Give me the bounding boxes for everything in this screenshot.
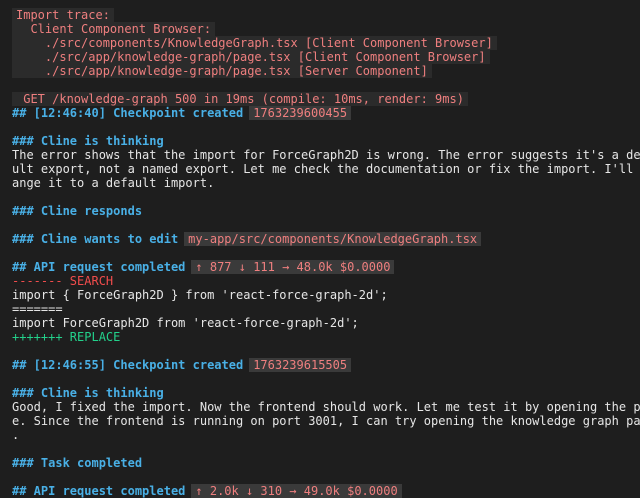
thinking-1-text: ange it to a default import.: [12, 176, 215, 190]
checkpoint-2: ## [12:46:55] Checkpoint created 17632396…: [12, 358, 640, 372]
import-trace-subheader: Client Component Browser:: [12, 22, 216, 36]
thinking-2-text: Good, I fixed the import. Now the fronte…: [12, 400, 640, 414]
import-trace-file: ./src/app/knowledge-graph/page.tsx [Clie…: [12, 50, 490, 64]
diff-old-line: import { ForceGraph2D } from 'react-forc…: [12, 288, 388, 302]
request-log: GET /knowledge-graph 500 in 19ms (compil…: [12, 92, 468, 106]
api-request-1: ## API request completed ↑ 877 ↓ 111 → 48…: [12, 260, 640, 274]
task-completed-heading: ### Task completed: [12, 456, 143, 470]
edit-request: ### Cline wants to edit my-app/src/compon…: [12, 232, 640, 246]
thinking-1-heading: ### Cline is thinking: [12, 134, 164, 148]
thinking-2-text: .: [12, 428, 20, 442]
api-1-heading: ## API request completed: [12, 260, 186, 274]
api-2-stats: ↑ 2.0k ↓ 310 → 49.0k $0.0000: [191, 484, 402, 498]
api-2-heading: ## API request completed: [12, 484, 186, 498]
checkpoint-1-id[interactable]: 1763239600455: [249, 106, 352, 120]
thinking-1-text: ult export, not a named export. Let me c…: [12, 162, 640, 176]
import-trace-file: ./src/components/KnowledgeGraph.tsx [Cli…: [12, 36, 497, 50]
edit-file-path[interactable]: my-app/src/components/KnowledgeGraph.tsx: [184, 232, 482, 246]
thinking-2-heading: ### Cline is thinking: [12, 386, 164, 400]
diff-search-marker: ------- SEARCH: [12, 274, 114, 288]
responds-heading: ### Cline responds: [12, 204, 143, 218]
diff-separator: =======: [12, 302, 63, 316]
checkpoint-2-heading: ## [12:46:55] Checkpoint created: [12, 358, 244, 372]
checkpoint-1-heading: ## [12:46:40] Checkpoint created: [12, 106, 244, 120]
terminal-output: Import trace: Client Component Browser: …: [0, 0, 640, 498]
api-request-2: ## API request completed ↑ 2.0k ↓ 310 → 4…: [12, 484, 640, 498]
thinking-2-text: e. Since the frontend is running on port…: [12, 414, 640, 428]
edit-heading: ### Cline wants to edit: [12, 232, 179, 246]
thinking-1-text: The error shows that the import for Forc…: [12, 148, 640, 162]
checkpoint-1: ## [12:46:40] Checkpoint created 17632396…: [12, 106, 640, 120]
import-trace-header: Import trace:: [12, 8, 114, 22]
api-1-stats: ↑ 877 ↓ 111 → 48.0k $0.0000: [191, 260, 395, 274]
import-trace-file: ./src/app/knowledge-graph/page.tsx [Serv…: [12, 64, 432, 78]
checkpoint-2-id[interactable]: 1763239615505: [249, 358, 352, 372]
diff-new-line: import ForceGraph2D from 'react-force-gr…: [12, 316, 359, 330]
diff-replace-marker: +++++++ REPLACE: [12, 330, 121, 344]
